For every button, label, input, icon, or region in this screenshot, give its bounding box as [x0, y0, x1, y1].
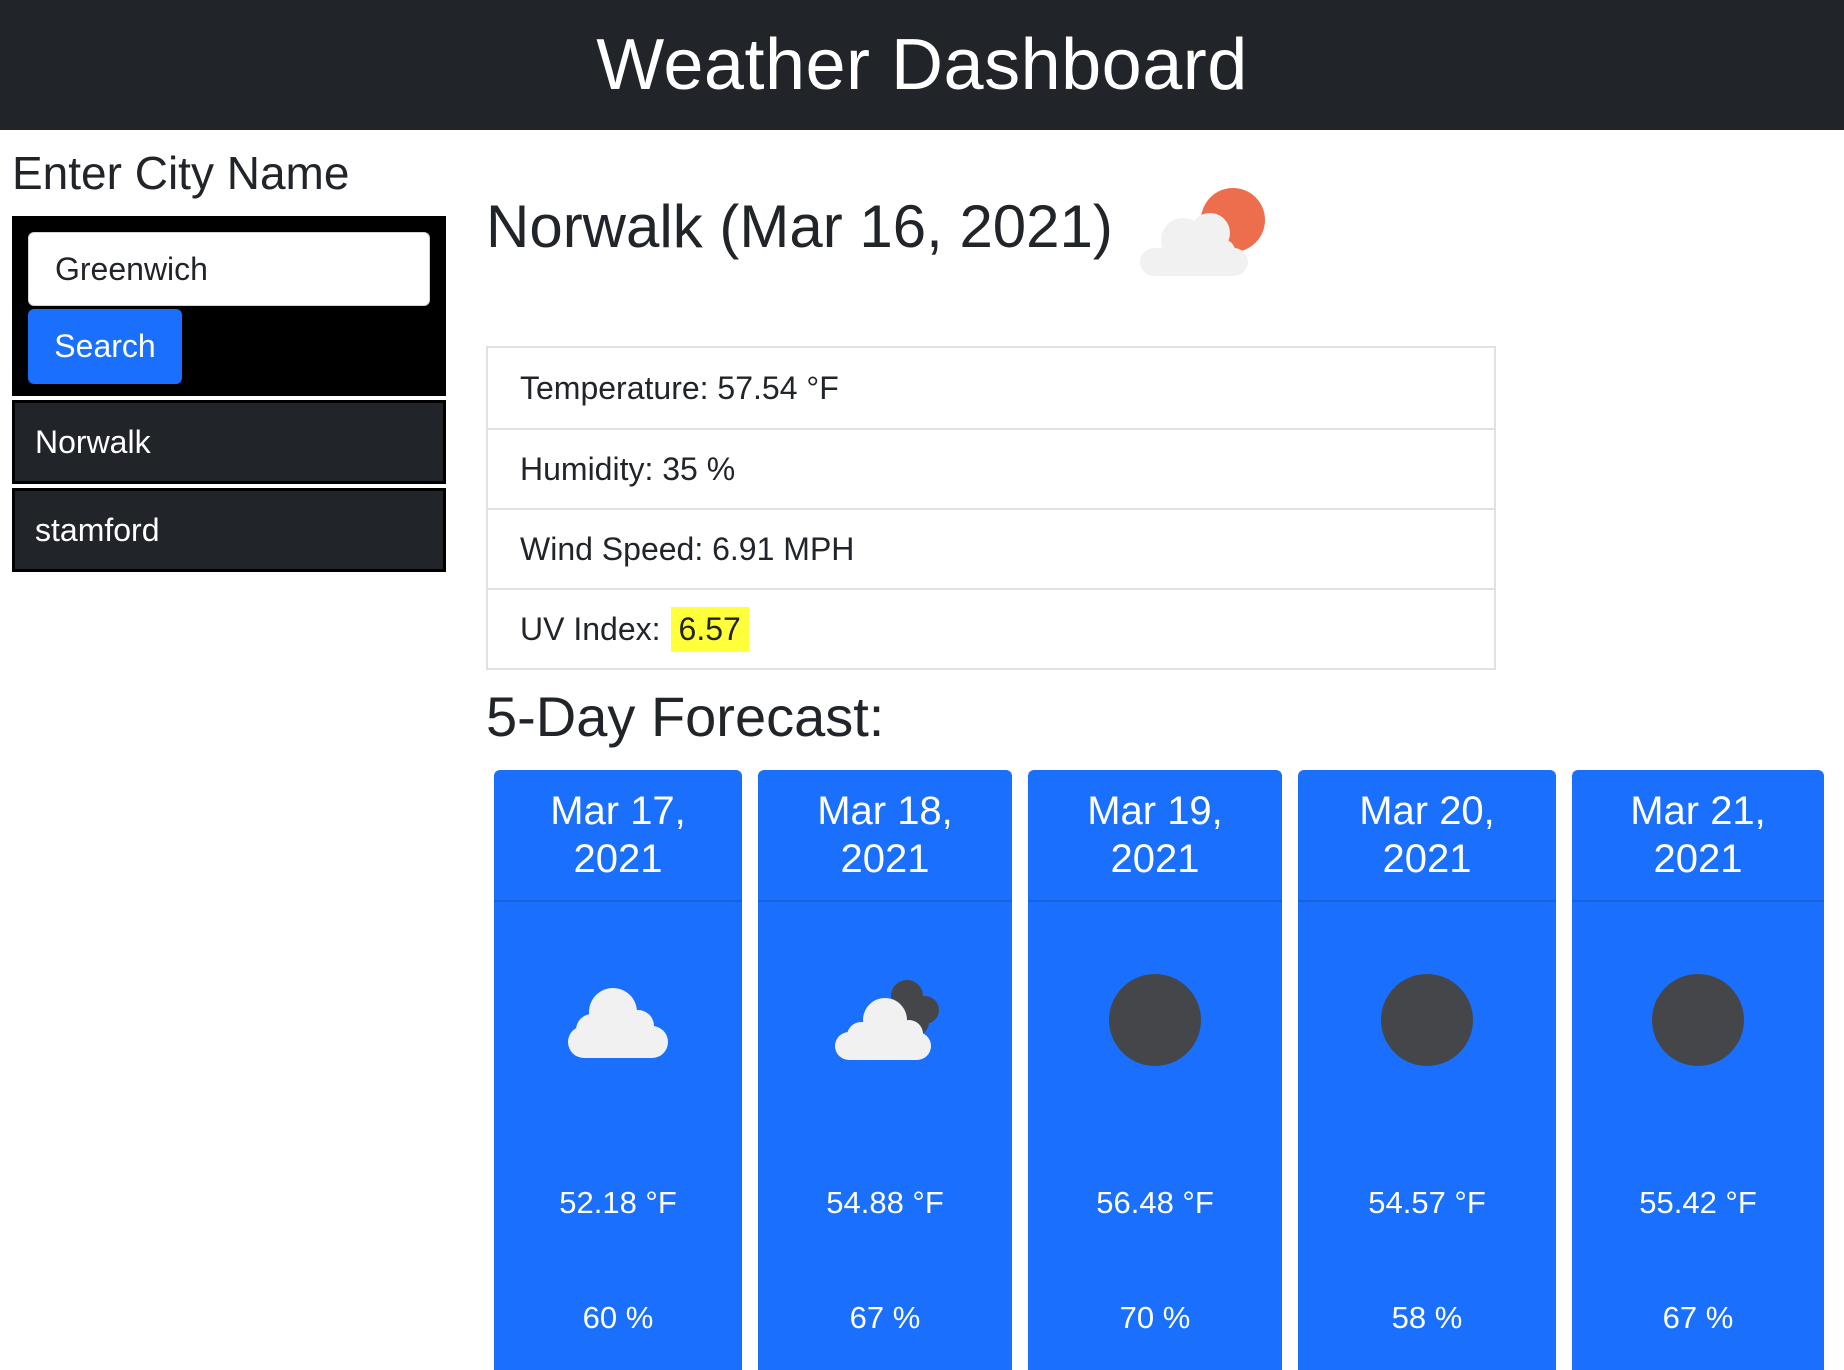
forecast-card: Mar 18, 2021 54.88 °F 67 % — [758, 770, 1012, 1370]
clear-night-icon — [1381, 974, 1473, 1066]
forecast-temp: 54.88 °F — [826, 1185, 944, 1220]
app-header: Weather Dashboard — [0, 0, 1844, 130]
history-item-norwalk[interactable]: Norwalk — [12, 400, 446, 484]
forecast-card-header: Mar 18, 2021 — [758, 770, 1012, 902]
forecast-year: 2021 — [840, 837, 930, 881]
current-city-title: Norwalk (Mar 16, 2021) — [486, 193, 1113, 260]
wind-speed-text: Wind Speed: 6.91 MPH — [520, 530, 855, 567]
forecast-card-header: Mar 19, 2021 — [1028, 770, 1282, 902]
clear-night-icon — [1109, 974, 1201, 1066]
wind-row: Wind Speed: 6.91 MPH — [488, 508, 1494, 588]
temperature-text: Temperature: 57.54 °F — [520, 369, 839, 406]
uv-label: UV Index: — [520, 610, 661, 647]
forecast-date: Mar 18, — [817, 789, 953, 833]
history-item-stamford[interactable]: stamford — [12, 488, 446, 572]
clear-night-icon — [1652, 974, 1744, 1066]
forecast-humidity: 67 % — [1662, 1300, 1734, 1335]
forecast-card-header: Mar 20, 2021 — [1298, 770, 1556, 902]
forecast-card: Mar 20, 2021 54.57 °F 58 % — [1298, 770, 1556, 1370]
uv-index-badge: 6.57 — [670, 606, 749, 652]
forecast-temp: 52.18 °F — [559, 1185, 677, 1220]
forecast-card: Mar 19, 2021 56.48 °F 70 % — [1028, 770, 1282, 1370]
uv-row: UV Index: 6.57 — [488, 588, 1494, 668]
forecast-temp: 56.48 °F — [1096, 1185, 1214, 1220]
forecast-date: Mar 20, — [1359, 789, 1495, 833]
forecast-humidity: 58 % — [1391, 1300, 1463, 1335]
forecast-card: Mar 21, 2021 55.42 °F 67 % — [1572, 770, 1824, 1370]
partly-cloudy-day-icon — [1140, 188, 1265, 276]
forecast-card-header: Mar 21, 2021 — [1572, 770, 1824, 902]
city-search-input[interactable] — [28, 232, 430, 306]
forecast-year: 2021 — [1382, 837, 1472, 881]
forecast-card: Mar 17, 2021 52.18 °F 60 % — [494, 770, 742, 1370]
forecast-temp: 55.42 °F — [1639, 1185, 1757, 1220]
forecast-humidity: 67 % — [849, 1300, 921, 1335]
search-form: Search — [12, 216, 446, 396]
humidity-text: Humidity: 35 % — [520, 450, 736, 487]
forecast-date: Mar 21, — [1630, 789, 1766, 833]
forecast-temp: 54.57 °F — [1368, 1185, 1486, 1220]
search-button[interactable]: Search — [28, 309, 182, 384]
current-weather-list: Temperature: 57.54 °F Humidity: 35 % Win… — [486, 346, 1496, 670]
forecast-date: Mar 19, — [1087, 789, 1223, 833]
cloud-icon — [568, 988, 668, 1058]
forecast-heading: 5-Day Forecast: — [486, 685, 885, 748]
forecast-year: 2021 — [1110, 837, 1200, 881]
forecast-humidity: 60 % — [582, 1300, 654, 1335]
forecast-year: 2021 — [1653, 837, 1743, 881]
app-title: Weather Dashboard — [596, 25, 1248, 105]
forecast-card-header: Mar 17, 2021 — [494, 770, 742, 902]
forecast-humidity: 70 % — [1119, 1300, 1191, 1335]
humidity-row: Humidity: 35 % — [488, 428, 1494, 508]
city-search-heading: Enter City Name — [12, 147, 350, 199]
temperature-row: Temperature: 57.54 °F — [488, 348, 1494, 428]
broken-clouds-icon — [835, 980, 939, 1060]
forecast-year: 2021 — [573, 837, 663, 881]
forecast-date: Mar 17, — [550, 789, 686, 833]
